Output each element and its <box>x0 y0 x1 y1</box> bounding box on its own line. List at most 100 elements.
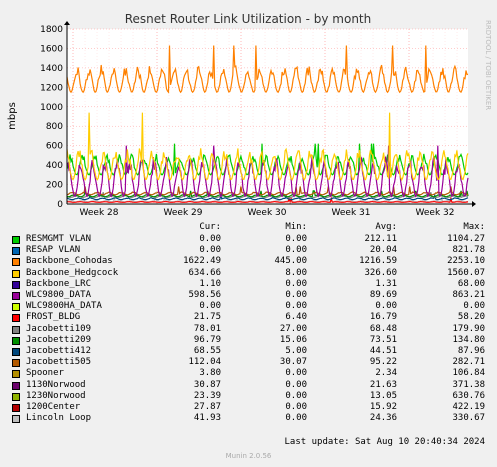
legend-swatch <box>12 359 20 368</box>
legend-avg: 2.34 <box>375 368 397 379</box>
legend-name: RESMGMT VLAN <box>26 234 92 244</box>
legend-min: 30.07 <box>279 357 307 368</box>
legend-avg: 20.04 <box>369 245 397 256</box>
legend-max: 1104.27 <box>447 234 485 244</box>
legend-avg: 16.79 <box>369 312 397 323</box>
legend-cur: 27.87 <box>193 402 221 412</box>
legend-name: 1130Norwood <box>26 379 86 390</box>
legend-header-min: Min: <box>285 222 307 232</box>
legend-swatch <box>12 348 20 356</box>
legend-row: 1130Norwood 30.87 0.00 21.63 371.38 <box>0 380 497 391</box>
legend-avg: 44.51 <box>369 346 397 356</box>
legend-cur: 0.00 <box>199 301 221 312</box>
legend-avg: 1.31 <box>375 278 397 289</box>
legend-row: 1230Norwood 23.39 0.00 13.05 630.76 <box>0 391 497 402</box>
legend-max: 630.76 <box>452 390 485 401</box>
legend-min: 445.00 <box>274 256 307 267</box>
legend-name: Backbone_LRC <box>26 278 92 289</box>
legend-cur: 598.56 <box>188 290 221 300</box>
legend-name: Jacobetti412 <box>26 346 92 356</box>
legend-header-cur: Cur: <box>199 222 221 232</box>
legend-cur: 68.55 <box>193 346 221 356</box>
legend-max: 134.80 <box>452 334 485 345</box>
legend-row: WLC9800_DATA 598.56 0.00 89.69 863.21 <box>0 290 497 301</box>
legend-row: Jacobetti505 112.04 30.07 95.22 282.71 <box>0 357 497 368</box>
y-tick-label: 200 <box>46 181 63 191</box>
legend-row: Backbone_Cohodas 1622.49 445.00 1216.59 2253… <box>0 256 497 267</box>
legend-max: 68.00 <box>457 278 485 289</box>
legend-max: 58.20 <box>457 312 485 323</box>
y-tick-label: 1200 <box>40 83 63 93</box>
y-tick-label: 1000 <box>40 103 63 113</box>
y-axis-label: mbps <box>7 102 18 130</box>
legend-swatch <box>12 392 20 401</box>
legend-row: Spooner 3.80 0.00 2.34 106.84 <box>0 368 497 379</box>
legend-swatch <box>12 269 20 278</box>
legend-max: 371.38 <box>452 379 485 390</box>
chart-title: Resnet Router Link Utilization - by mont… <box>125 12 371 26</box>
legend-cur: 1.10 <box>199 278 221 289</box>
legend-row: Backbone_LRC 1.10 0.00 1.31 68.00 <box>0 279 497 290</box>
legend-swatch <box>12 336 20 345</box>
legend-row: Backbone_Hedgcock 634.66 8.00 326.60 1560.07 <box>0 268 497 279</box>
legend-name: Jacobetti209 <box>26 334 92 345</box>
legend-swatch <box>12 314 20 323</box>
legend-cur: 0.00 <box>199 234 221 244</box>
x-tick-label: Week 30 <box>248 208 287 218</box>
legend-swatch <box>12 292 20 300</box>
y-tick-label: 0 <box>57 200 63 210</box>
legend-name: Jacobetti505 <box>26 357 92 368</box>
legend-avg: 326.60 <box>364 267 397 278</box>
y-tick-label: 600 <box>46 142 63 152</box>
legend-min: 0.00 <box>285 278 307 289</box>
y-tick-label: 1800 <box>40 25 63 35</box>
legend-cur: 3.80 <box>199 368 221 379</box>
legend-swatch <box>12 370 20 379</box>
legend-avg: 1216.59 <box>359 256 397 267</box>
legend-cur: 1622.49 <box>183 256 221 267</box>
legend-max: 2253.10 <box>447 256 485 267</box>
legend-row: Lincoln Loop 41.93 0.00 24.36 330.67 <box>0 413 497 424</box>
legend-cur: 41.93 <box>193 413 221 424</box>
legend-avg: 15.92 <box>369 402 397 412</box>
legend-avg: 95.22 <box>369 357 397 368</box>
legend-row: WLC9800HA_DATA 0.00 0.00 0.00 0.00 <box>0 301 497 312</box>
legend-name: Lincoln Loop <box>26 413 92 424</box>
legend-name: Backbone_Hedgcock <box>26 267 119 278</box>
last-update: Last update: Sat Aug 10 20:40:34 2024 <box>284 437 485 447</box>
legend-min: 0.00 <box>285 379 307 390</box>
legend-max: 87.96 <box>457 346 485 356</box>
x-tick-label: Week 31 <box>332 208 371 218</box>
plot-area <box>67 29 468 204</box>
legend-name: RESAP VLAN <box>26 245 81 256</box>
x-tick-label: Week 32 <box>416 208 455 218</box>
legend-row: RESMGMT VLAN 0.00 0.00 212.11 1104.27 <box>0 234 497 245</box>
legend-min: 0.00 <box>285 245 307 256</box>
legend-min: 0.00 <box>285 413 307 424</box>
legend-max: 282.71 <box>452 357 485 368</box>
legend-name: Spooner <box>26 368 64 379</box>
legend-cur: 112.04 <box>188 357 221 368</box>
legend-row: RESAP VLAN 0.00 0.00 20.04 821.78 <box>0 245 497 256</box>
legend-min: 5.00 <box>285 346 307 356</box>
legend-max: 863.21 <box>452 290 485 300</box>
legend-swatch <box>12 415 20 424</box>
legend-cur: 30.87 <box>193 379 221 390</box>
legend-cur: 96.79 <box>193 334 221 345</box>
legend-min: 27.00 <box>279 323 307 334</box>
legend-max: 330.67 <box>452 413 485 424</box>
legend-min: 0.00 <box>285 234 307 244</box>
legend-header: Cur: Min: Avg: Max: <box>0 222 497 233</box>
legend-swatch <box>12 303 20 312</box>
legend-min: 8.00 <box>285 267 307 278</box>
legend-swatch <box>12 280 20 289</box>
legend-row: Jacobetti209 96.79 15.06 73.51 134.80 <box>0 335 497 346</box>
legend-min: 0.00 <box>285 301 307 312</box>
x-tick-label: Week 28 <box>80 208 119 218</box>
legend-min: 0.00 <box>285 368 307 379</box>
legend-min: 0.00 <box>285 390 307 401</box>
legend-cur: 0.00 <box>199 245 221 256</box>
legend-avg: 68.48 <box>369 323 397 334</box>
legend-max: 179.90 <box>452 323 485 334</box>
legend-cur: 23.39 <box>193 390 221 401</box>
